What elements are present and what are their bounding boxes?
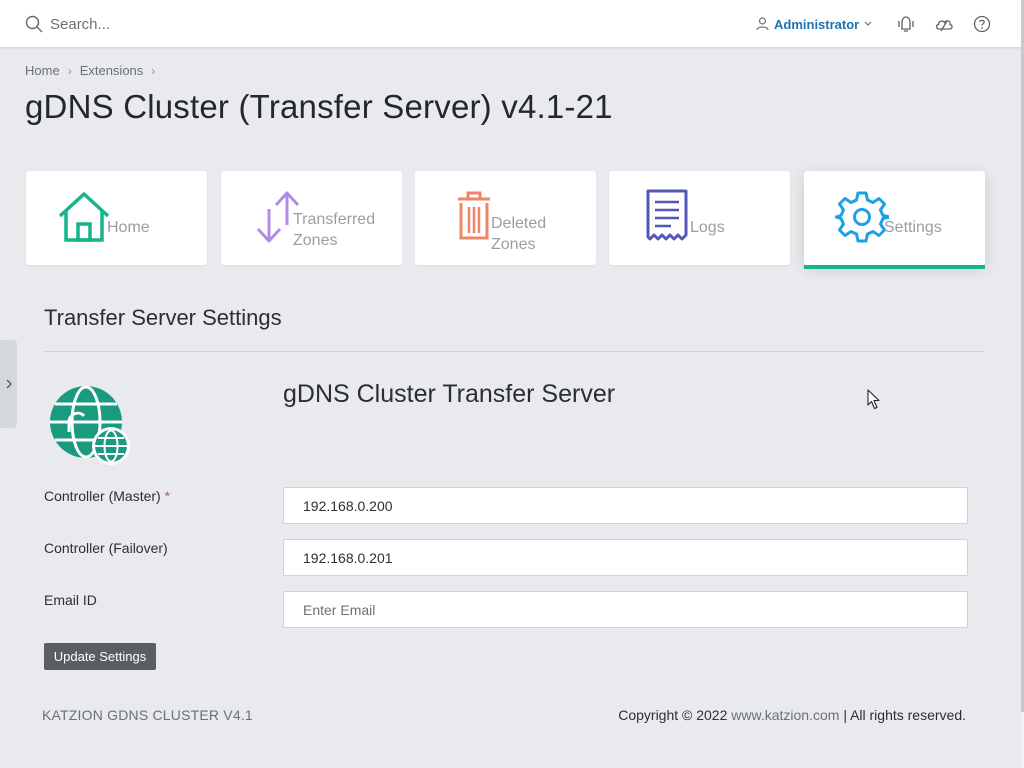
tab-logs[interactable]: Logs: [609, 171, 790, 265]
mouse-cursor-icon: [867, 389, 880, 410]
controller-failover-input[interactable]: [283, 539, 968, 576]
chevron-down-icon: [864, 21, 872, 26]
home-icon: [58, 192, 110, 242]
user-name: Administrator: [774, 16, 860, 32]
product-logo-icon: [50, 386, 130, 465]
trash-icon: [458, 191, 490, 240]
tab-label-line2: Zones: [491, 236, 536, 253]
tab-transferred-zones[interactable]: Transferred Zones: [221, 171, 402, 265]
divider: [44, 351, 984, 352]
field-label-text: Controller (Master): [44, 488, 161, 504]
breadcrumb-home[interactable]: Home: [25, 63, 60, 78]
section-title: Transfer Server Settings: [44, 305, 282, 330]
sidebar-toggle[interactable]: [0, 340, 17, 428]
controller-master-input[interactable]: [283, 487, 968, 524]
help-icon[interactable]: [972, 14, 992, 34]
chevron-right-icon: ›: [151, 63, 156, 78]
tab-home[interactable]: Home: [26, 171, 207, 265]
breadcrumb: Home › Extensions ›: [25, 63, 155, 78]
tab-logs-label: Logs: [690, 219, 725, 236]
user-menu[interactable]: Administrator: [756, 15, 872, 33]
tab-deleted-zones[interactable]: Deleted Zones: [415, 171, 596, 265]
copyright-text: Copyright © 2022: [618, 707, 728, 723]
notifications-icon[interactable]: [896, 14, 916, 34]
active-tab-indicator: [804, 265, 985, 269]
email-id-label: Email ID: [44, 592, 97, 608]
gear-icon: [835, 191, 889, 243]
receipt-icon: [646, 189, 688, 241]
footer-product-name: KATZION GDNS CLUSTER V4.1: [42, 707, 253, 723]
page-title: gDNS Cluster (Transfer Server) v4.1-21: [25, 88, 613, 125]
tab-home-label: Home: [107, 219, 150, 236]
rights-text: | All rights reserved.: [843, 707, 966, 723]
required-mark: *: [164, 488, 171, 504]
update-settings-button[interactable]: Update Settings: [44, 643, 156, 670]
email-field[interactable]: [283, 591, 968, 628]
controller-failover-label: Controller (Failover): [44, 540, 168, 556]
product-title: gDNS Cluster Transfer Server: [283, 380, 616, 408]
tab-label-line1: Transferred: [293, 211, 376, 228]
user-icon: [756, 17, 769, 31]
katzion-link[interactable]: www.katzion.com: [731, 707, 839, 723]
search-input[interactable]: [50, 12, 350, 36]
chevron-right-icon: ›: [67, 63, 72, 78]
controller-master-label: Controller (Master) *: [44, 488, 170, 504]
tab-transferred-zones-label: Transferred Zones: [293, 209, 375, 251]
tab-deleted-zones-label: Deleted Zones: [491, 213, 546, 255]
tab-label-line1: Deleted: [491, 215, 547, 232]
footer-copyright: Copyright © 2022 www.katzion.com | All r…: [618, 707, 966, 723]
tab-settings[interactable]: Settings: [804, 171, 985, 269]
top-bar: Administrator: [0, 0, 1021, 48]
chevron-right-icon: [6, 379, 12, 389]
breadcrumb-extensions[interactable]: Extensions: [80, 63, 144, 78]
tab-label-line2: Zones: [293, 232, 338, 249]
cloud-icon[interactable]: [934, 14, 954, 34]
tab-settings-label: Settings: [884, 219, 942, 236]
search-icon[interactable]: [25, 15, 43, 33]
